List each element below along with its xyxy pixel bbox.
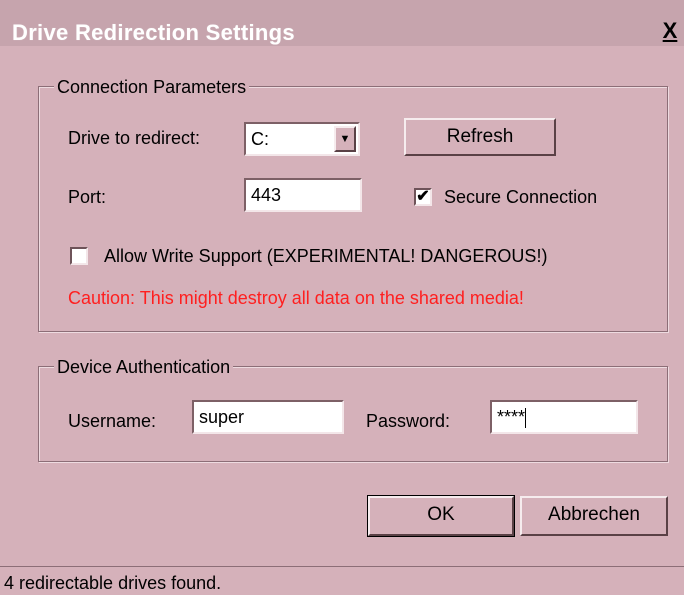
cancel-button[interactable]: Abbrechen — [520, 496, 668, 536]
device-authentication-legend: Device Authentication — [54, 357, 234, 377]
status-text: 4 redirectable drives found. — [4, 573, 222, 593]
close-button[interactable]: X — [658, 19, 682, 43]
checkmark-icon: ✔ — [416, 188, 430, 205]
connection-parameters-legend: Connection Parameters — [54, 77, 250, 97]
secure-connection-checkbox[interactable]: ✔ — [414, 188, 432, 206]
write-support-checkbox[interactable] — [70, 247, 88, 265]
write-support-label: Allow Write Support (EXPERIMENTAL! DANGE… — [104, 246, 548, 266]
chevron-down-icon[interactable]: ▼ — [334, 126, 356, 152]
refresh-button[interactable]: Refresh — [404, 118, 556, 156]
password-label: Password: — [366, 411, 451, 431]
username-label: Username: — [68, 411, 157, 431]
ok-button[interactable]: OK — [367, 495, 515, 537]
dialog-body: Connection Parameters Drive to redirect:… — [0, 46, 684, 594]
status-bar: 4 redirectable drives found. — [0, 566, 684, 595]
title-bar: Drive Redirection Settings X — [0, 0, 684, 46]
password-input[interactable]: **** — [490, 400, 638, 434]
port-label: Port: — [68, 187, 107, 207]
port-input[interactable]: 443 — [244, 178, 362, 212]
password-value: **** — [497, 407, 526, 427]
text-cursor — [525, 408, 527, 429]
drive-select-value: C: — [251, 129, 269, 149]
window-title: Drive Redirection Settings — [12, 20, 295, 45]
caution-text: Caution: This might destroy all data on … — [68, 288, 524, 308]
secure-connection-label: Secure Connection — [444, 187, 598, 207]
username-input[interactable]: super — [192, 400, 344, 434]
drive-label: Drive to redirect: — [68, 128, 201, 148]
